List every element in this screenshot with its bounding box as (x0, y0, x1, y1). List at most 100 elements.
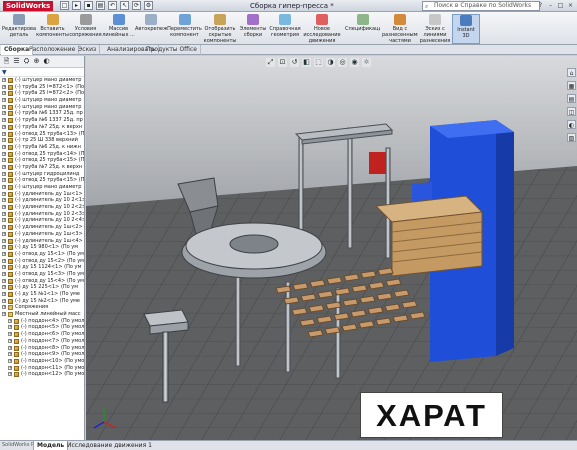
tree-item[interactable]: + (-) ду 15 №2<1> (По уме (0, 298, 84, 305)
expand-icon[interactable]: + (2, 124, 6, 129)
save-icon[interactable]: ▪ (84, 1, 93, 10)
expand-icon[interactable]: + (2, 278, 6, 283)
tree-item[interactable]: + (-) поддон<7> (По умолч (0, 338, 84, 345)
expand-icon[interactable]: + (8, 318, 12, 323)
tree-item[interactable]: + (-) штуцер мано диаметр (0, 184, 84, 191)
view-palette-icon[interactable]: ◫ (567, 107, 576, 116)
tree-item[interactable]: + (-) труба №7 25д. к верхн (0, 164, 84, 171)
ribbon-button-13[interactable]: Instant 3D (452, 14, 480, 44)
expand-icon[interactable]: + (2, 225, 6, 230)
tree-item[interactable]: + (-) удлинитель ду 10 2<1> (0, 197, 84, 204)
expand-icon[interactable]: + (8, 352, 12, 357)
tree-filter[interactable]: ▼ (0, 68, 84, 77)
tree-item[interactable]: + (-) поддон<8> (По умолч (0, 345, 84, 352)
display-style-icon[interactable]: ◑ (326, 58, 335, 67)
graphics-area[interactable]: ⤢ ⊡ ↺ ◧ ⬚ ◑ ◎ ◉ ☼ ⌂ ▦ ▤ ◫ ◐ ▧ (86, 56, 577, 440)
expand-icon[interactable]: + (2, 171, 6, 176)
select-icon[interactable]: ↖ (120, 1, 129, 10)
tree-item[interactable]: + (-) поддон<6> (По умолч (0, 331, 84, 338)
custom-properties-icon[interactable]: ▧ (567, 133, 576, 142)
expand-icon[interactable]: + (2, 218, 6, 223)
rotary-table[interactable] (181, 222, 327, 279)
expand-icon[interactable]: + (2, 78, 6, 82)
ribbon-button-4[interactable]: Автокрепеж (135, 14, 167, 44)
expand-icon[interactable]: + (2, 118, 6, 123)
expand-icon[interactable]: + (8, 365, 12, 370)
configuration-manager-icon[interactable]: ⛭ (22, 57, 31, 66)
tree-item[interactable]: + Сопряжения (0, 304, 84, 311)
tree-item[interactable]: + (-) поддон<12> (По умол (0, 371, 84, 378)
expand-icon[interactable]: + (2, 185, 6, 189)
expand-icon[interactable]: + (2, 231, 6, 236)
expand-icon[interactable]: + (2, 198, 6, 203)
tree-item[interactable]: + (-) ду 15 225<1> (По ум (0, 284, 84, 291)
expand-icon[interactable]: + (2, 191, 6, 196)
tree-item[interactable]: + (-) удлинитель ду 1ш<3> (0, 231, 84, 238)
tree-item[interactable]: + (-) отвод 25 труба<15> (П (0, 177, 84, 184)
tree-item[interactable]: + (-) поддон<4> (По умолч (0, 318, 84, 325)
tree-item[interactable]: + (-) поддон<10> (По умол (0, 358, 84, 365)
tree-item[interactable]: + (-) труба №7 25д. к верхн (0, 124, 84, 131)
expand-icon[interactable]: + (2, 211, 6, 216)
expand-icon[interactable]: + (8, 358, 12, 363)
tree-item[interactable]: + (-) труба №6 1337 25д. пр (0, 110, 84, 117)
tree-item[interactable]: + (-) отвод ду 15<3> (По ум (0, 271, 84, 278)
expand-icon[interactable]: + (2, 131, 6, 136)
appearances-icon[interactable]: ◐ (567, 120, 576, 129)
undo-icon[interactable]: ↶ (108, 1, 117, 10)
tree-item[interactable]: + (-) удлинитель ду 10 2<3> (0, 211, 84, 218)
expand-icon[interactable]: + (2, 144, 6, 149)
tree-item[interactable]: + (-) удлинитель ду 1ш<4> (0, 238, 84, 245)
tree-item[interactable]: + (-) ду 15 №1<1> (По уме (0, 291, 84, 298)
tree-item[interactable]: + (-) удлинитель ду 1ш<2> (0, 224, 84, 231)
rebuild-icon[interactable]: ⟳ (132, 1, 141, 10)
expand-icon[interactable]: + (8, 332, 12, 337)
expand-icon[interactable]: + (2, 298, 6, 303)
pallet-stack[interactable] (374, 195, 484, 277)
file-explorer-icon[interactable]: ▤ (567, 94, 576, 103)
ribbon-button-3[interactable]: Массив линейных ... (102, 14, 135, 44)
assembly-3d-model[interactable] (86, 56, 577, 440)
previous-view-icon[interactable]: ↺ (290, 58, 299, 67)
expand-icon[interactable]: + (2, 164, 6, 169)
tree-item[interactable]: + (-) удлинитель ду 1ш<1> (0, 191, 84, 198)
dimxpert-icon[interactable]: ⊕ (32, 57, 41, 66)
expand-icon[interactable]: + (2, 205, 6, 210)
ribbon-button-9[interactable]: Новое исследование движения (302, 14, 342, 44)
expand-icon[interactable]: + (2, 151, 6, 156)
section-view-icon[interactable]: ◧ (302, 58, 311, 67)
ribbon-button-6[interactable]: Отобразить скрытые компоненты (202, 14, 238, 44)
tree-item[interactable]: + (-) удлинитель ду 10 2<4> (0, 217, 84, 224)
ribbon-button-1[interactable]: Вставить компоненты (36, 14, 69, 44)
tree-item[interactable]: + (-) труба №6 25д. к нижн (0, 144, 84, 151)
appearance-icon[interactable]: ◉ (350, 58, 359, 67)
expand-icon[interactable]: + (2, 178, 6, 183)
tab-2[interactable]: Эскиз (75, 45, 101, 55)
close-icon[interactable]: × (566, 1, 575, 10)
expand-icon[interactable]: + (2, 138, 6, 143)
library-icon[interactable]: ▦ (567, 81, 576, 90)
tree-item[interactable]: + (-) отвод 25 труба<15> (П (0, 157, 84, 164)
tree-item[interactable]: + (-) отвод ду 15<4> (По ум (0, 278, 84, 285)
tree-item[interactable]: + Местный линейный масс (0, 311, 84, 318)
new-doc-icon[interactable]: □ (60, 1, 69, 10)
expand-icon[interactable]: + (8, 345, 12, 350)
expand-icon[interactable]: + (2, 271, 6, 276)
ribbon-button-12[interactable]: Эскиз с линиями разнесения (418, 14, 452, 44)
tree-item[interactable]: + (-) дy 15 980<1> (По ум (0, 244, 84, 251)
expand-icon[interactable]: + (8, 325, 12, 330)
help-icon[interactable]: ? (536, 1, 545, 10)
tree-item[interactable]: + (-) штуцер мано диаметр (0, 104, 84, 111)
view-orientation-icon[interactable]: ⬚ (314, 58, 323, 67)
expand-icon[interactable]: + (2, 265, 6, 270)
tab-1[interactable]: Расположение (26, 45, 80, 55)
minimize-icon[interactable]: – (546, 1, 555, 10)
red-control-box[interactable] (369, 152, 387, 174)
expand-icon[interactable]: + (2, 238, 6, 243)
zoom-fit-icon[interactable]: ⤢ (266, 58, 275, 67)
tree-item[interactable]: + (-) отвод ду 15<2> (По ум (0, 258, 84, 265)
print-icon[interactable]: ▤ (96, 1, 105, 10)
scene-icon[interactable]: ☼ (362, 58, 371, 67)
expand-icon[interactable]: + (2, 104, 6, 109)
tree-item[interactable]: + (-) тр 25 Ш 338 верхний (0, 137, 84, 144)
